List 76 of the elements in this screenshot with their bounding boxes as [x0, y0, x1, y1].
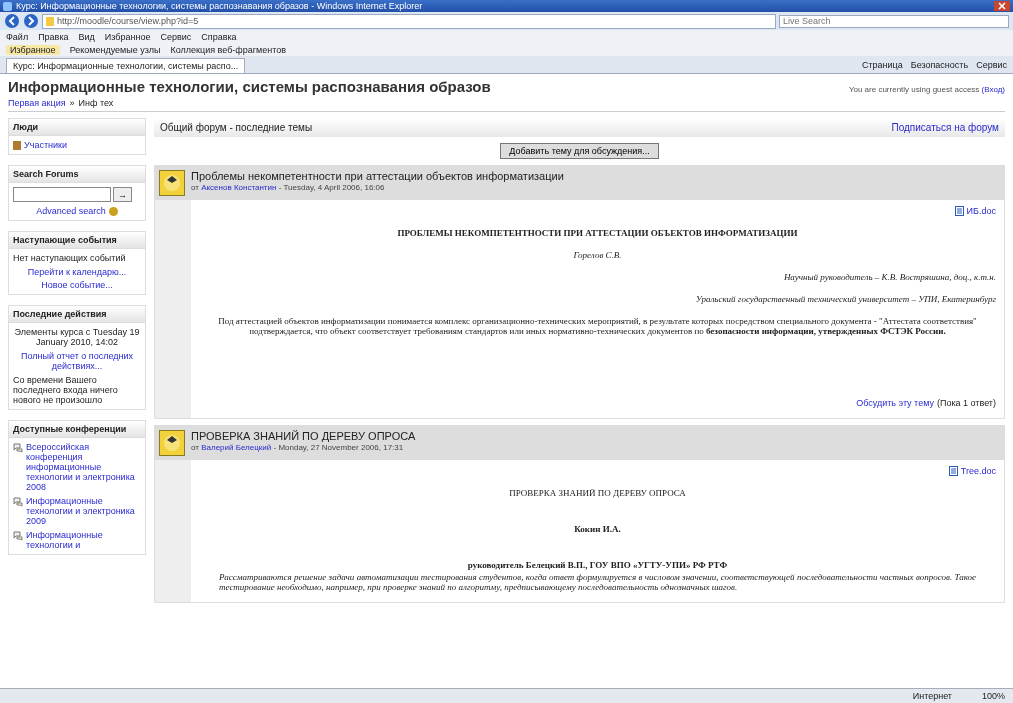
- article-affiliation: Уральский государственный технический университет – УПИ, Екатеринбург: [695, 294, 996, 304]
- forum-link[interactable]: Всероссийская конференция информационные технологии и электроника 2008: [26, 442, 141, 492]
- forward-button[interactable]: [23, 13, 39, 29]
- forum-link[interactable]: Информационные технологии и электроника 2009: [26, 496, 141, 526]
- article-author: Горелов С.В.: [573, 250, 622, 260]
- zoom-level[interactable]: 100%: [981, 691, 1005, 701]
- attachment-link[interactable]: ИБ.doc: [966, 206, 996, 216]
- article-author: руководитель Белецкий В.П., ГОУ ВПО «УГТУ-УПИ» РФ РТФ: [467, 560, 728, 570]
- document-icon: [948, 466, 958, 476]
- calendar-link[interactable]: Перейти к календарю...: [27, 267, 127, 277]
- window-title: Курс: Информационные технологии, системы распознавания образов - Windows Internet Explorer: [16, 1, 424, 11]
- menu-item[interactable]: Справка: [201, 31, 237, 42]
- discuss-link[interactable]: Обсудить эту тему: [856, 398, 934, 408]
- article-affiliation: Научный руководитель – К.В. Востряшина, доц., к.т.н.: [783, 272, 996, 282]
- post-subject: ПРОВЕРКА ЗНАНИЙ ПО ДЕРЕВУ ОПРОСА: [191, 430, 416, 442]
- calendar-link[interactable]: Новое событие...: [41, 280, 113, 290]
- block-header: Search Forums: [9, 166, 145, 183]
- favorites-button[interactable]: Избранное: [6, 44, 60, 55]
- author-link[interactable]: Аксенов Константин: [201, 183, 277, 192]
- add-topic-button[interactable]: Добавить тему для обсуждения...: [500, 143, 659, 159]
- search-input[interactable]: [13, 187, 111, 202]
- events-text: Нет наступающих событий: [13, 253, 127, 263]
- address-field[interactable]: http://moodle/course/view.php?id=5: [42, 13, 776, 29]
- forum-link[interactable]: Информационные технологии и: [26, 530, 141, 550]
- forum-icon: [13, 497, 23, 507]
- breadcrumb-separator: »: [69, 98, 75, 108]
- block-header: Доступные конференции: [9, 421, 145, 438]
- block-header: Люди: [9, 119, 145, 136]
- security-zone: Интернет: [912, 691, 952, 701]
- favorites-link[interactable]: Рекомендуемые узлы: [69, 44, 161, 55]
- forum-heading: Общий форум - последние темы: [160, 122, 313, 133]
- menu-item[interactable]: Сервис: [160, 31, 192, 42]
- browser-tab[interactable]: Курс: Информационные технологии, системы распо...: [6, 58, 246, 73]
- menu-item[interactable]: Файл: [6, 31, 29, 42]
- avatar-icon: [159, 170, 185, 196]
- breadcrumb-link[interactable]: Первая акция: [8, 98, 66, 108]
- article-heading: ПРОВЕРКА ЗНАНИЙ ПО ДЕРЕВУ ОПРОСА: [509, 488, 686, 498]
- attachment-link[interactable]: Tree.doc: [960, 466, 996, 476]
- favorites-link[interactable]: Коллекция веб-фрагментов: [170, 44, 286, 55]
- reply-count: (Пока 1 ответ): [936, 398, 996, 408]
- author-link[interactable]: Валерий Белецкий: [201, 443, 272, 452]
- forum-icon: [13, 531, 23, 541]
- menu-item[interactable]: Правка: [38, 31, 69, 42]
- search-field[interactable]: Live Search: [779, 14, 1009, 28]
- command-menu[interactable]: Страница: [861, 60, 903, 70]
- login-link[interactable]: (Вход): [981, 85, 1005, 94]
- participants-link[interactable]: Участники: [24, 140, 67, 150]
- page-icon: [46, 16, 54, 26]
- menu-item[interactable]: Избранное: [104, 31, 151, 42]
- close-button[interactable]: [994, 1, 1010, 11]
- article-author: Кокин И.А.: [574, 524, 621, 534]
- login-info: You are currently using guest access (Вход): [848, 85, 1005, 94]
- block-header: Наступающие события: [9, 232, 145, 249]
- post-subject: Проблемы некомпетентности при аттестации объектов информатизации: [191, 170, 564, 182]
- post-byline: от Аксенов Константин - Tuesday, 4 April 2006, 16:06: [191, 183, 386, 192]
- article-paragraph: Рассматриваются решение задачи автоматизации тестирования студентов, когда ответ формулируется в числовом значении, соответствующей последовательности частных вопросов. Такое тестирование необходимо, например, при проверке знаний по алгоритму, предписывающему последовательность однозначных шагов.: [218, 572, 977, 592]
- block-header: Последние действия: [9, 306, 145, 323]
- article-heading: ПРОБЛЕМЫ НЕКОМПЕТЕНТНОСТИ ПРИ АТТЕСТАЦИИ ОБЪЕКТОВ ИНФОРМАТИЗАЦИИ: [397, 228, 798, 238]
- browser-icon: [3, 1, 12, 11]
- forum-icon: [13, 443, 23, 453]
- command-menu[interactable]: Безопасность: [910, 60, 969, 70]
- post-byline: от Валерий Белецкий - Monday, 27 November 2006, 17:31: [191, 443, 405, 452]
- menu-item[interactable]: Вид: [78, 31, 95, 42]
- advanced-search-link[interactable]: Advanced search: [36, 206, 106, 216]
- report-link[interactable]: Полный отчет о последних действиях...: [13, 351, 141, 371]
- document-icon: [954, 206, 964, 216]
- avatar-icon: [159, 430, 185, 456]
- activity-text: Элементы курса с Tuesday 19 January 2010, 14:02: [13, 327, 141, 347]
- back-button[interactable]: [4, 13, 20, 29]
- activity-note: Со времени Вашего последнего входа ничего нового не произошло: [13, 375, 119, 405]
- article-paragraph: Под аттестацией объектов информатизации понимается комплекс организационно-технических мероприятий, в результате которых посредством специального документа - "Аттестата соответствия" подтверждается, что объект соответствует требованиям стандартов или иных нормативно-технических документов по безопасности информации, утвержденных ФСТЭК России.: [217, 316, 978, 336]
- search-button[interactable]: →: [113, 187, 132, 202]
- breadcrumb-current: Инф тех: [78, 98, 114, 108]
- command-menu[interactable]: Сервис: [976, 60, 1007, 70]
- course-title: Информационные технологии, системы распознавания образов: [8, 78, 491, 95]
- subscribe-link[interactable]: Подписаться на форум: [891, 122, 999, 133]
